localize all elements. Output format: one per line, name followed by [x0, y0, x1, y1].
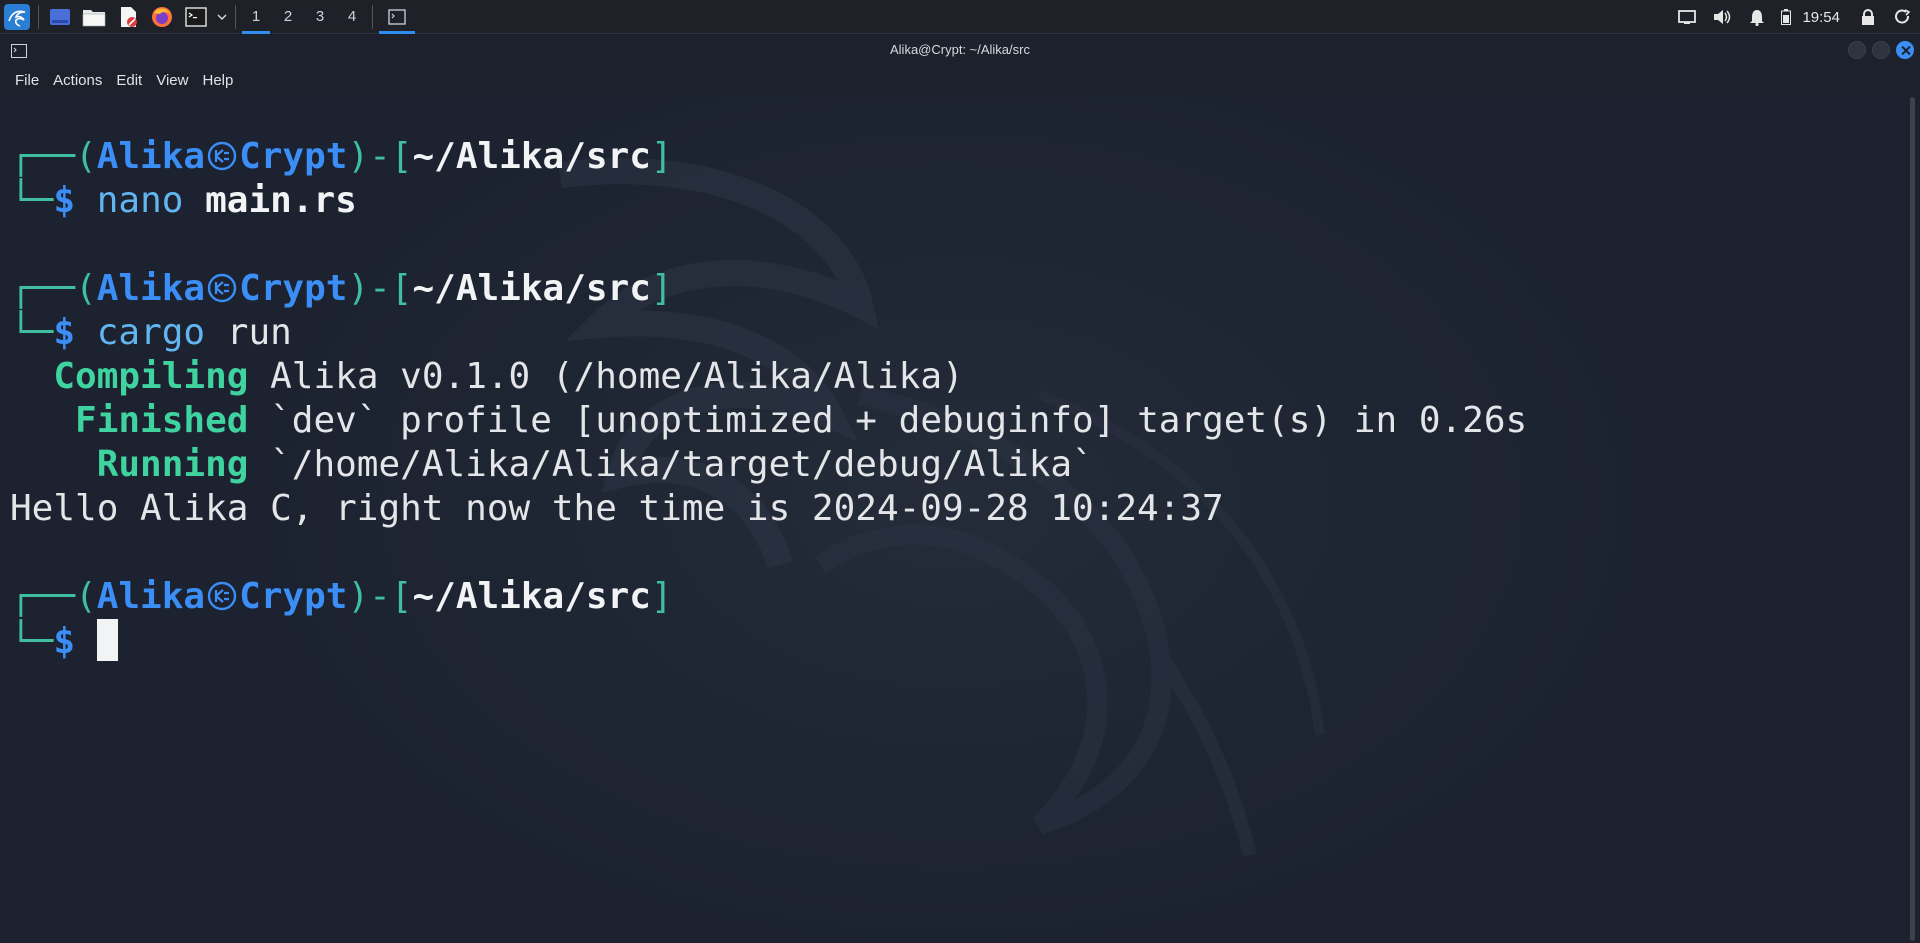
battery-button[interactable] — [1774, 0, 1798, 34]
prompt-user: Alika — [96, 576, 206, 617]
kali-menu-button[interactable] — [0, 0, 34, 34]
terminal-window: Alika@Crypt: ~/Alika/src File Actions Ed… — [0, 35, 1920, 943]
show-desktop-button[interactable] — [45, 2, 75, 32]
chevron-down-icon — [217, 14, 227, 20]
lock-icon — [1861, 8, 1874, 25]
prompt-user: Alika — [96, 136, 206, 177]
show-desktop-icon — [50, 8, 70, 25]
terminal-icon — [185, 6, 207, 27]
prompt-dollar: $ — [53, 312, 76, 353]
lock-screen-button[interactable] — [1850, 0, 1885, 34]
minimize-button[interactable] — [1848, 41, 1866, 59]
folder-icon — [82, 9, 106, 26]
menu-bar: File Actions Edit View Help — [0, 65, 1920, 95]
prompt-dollar: $ — [53, 180, 76, 221]
workspace-4[interactable]: 4 — [336, 0, 368, 34]
skull-icon — [207, 273, 237, 303]
panel-separator — [372, 4, 373, 29]
window-titlebar[interactable]: Alika@Crypt: ~/Alika/src — [0, 35, 1920, 65]
terminal-scrollbar[interactable] — [1905, 95, 1920, 943]
logout-button[interactable] — [1885, 0, 1920, 34]
prompt-host: Crypt — [239, 136, 348, 177]
scrollbar-thumb[interactable] — [1910, 97, 1915, 941]
taskbar-terminal-window[interactable] — [377, 0, 417, 34]
maximize-button[interactable] — [1872, 41, 1890, 59]
prompt-line: ┌──(Alika Crypt)-[~/Alika/src] — [10, 268, 673, 309]
terminal-dropdown-button[interactable] — [215, 2, 229, 32]
kali-dragon-icon — [4, 3, 30, 30]
text-editor-icon — [121, 6, 137, 27]
terminal-output[interactable]: ┌──(Alika Crypt)-[~/Alika/src] └─$ nano m… — [0, 95, 1905, 943]
text-cursor — [96, 619, 118, 661]
prompt-user: Alika — [96, 268, 206, 309]
menu-view[interactable]: View — [149, 72, 195, 89]
prompt-host: Crypt — [239, 576, 348, 617]
command-arg: run — [226, 312, 292, 353]
active-command-line[interactable]: └─$ — [10, 619, 118, 664]
panel-separator — [38, 4, 39, 29]
prompt-path: ~/Alika/src — [412, 268, 651, 309]
text-editor-button[interactable] — [113, 2, 143, 32]
menu-help[interactable]: Help — [195, 72, 240, 89]
output-hello: Hello Alika C, right now the time is 202… — [10, 488, 1224, 529]
prompt-path: ~/Alika/src — [412, 576, 651, 617]
clock[interactable]: 19:54 — [1798, 9, 1850, 26]
prompt-path: ~/Alika/src — [412, 136, 651, 177]
output-compiling: Compiling Alika v0.1.0 (/home/Alika/Alik… — [53, 356, 964, 397]
display-icon — [1678, 10, 1696, 24]
volume-icon — [1713, 10, 1731, 24]
prompt-line: ┌──(Alika Crypt)-[~/Alika/src] — [10, 136, 673, 177]
menu-file[interactable]: File — [8, 72, 46, 89]
workspace-1[interactable]: 1 — [240, 0, 272, 34]
volume-button[interactable] — [1704, 0, 1739, 34]
workspace-2[interactable]: 2 — [272, 0, 304, 34]
prompt-host: Crypt — [239, 268, 348, 309]
file-manager-button[interactable] — [79, 2, 109, 32]
battery-icon — [1781, 9, 1792, 25]
prompt-dollar: $ — [53, 621, 76, 662]
menu-edit[interactable]: Edit — [109, 72, 149, 89]
menu-actions[interactable]: Actions — [46, 72, 109, 89]
command-line: └─$ cargo run — [10, 312, 292, 353]
output-running: Running `/home/Alika/Alika/target/debug/… — [96, 444, 1094, 485]
command-name: nano — [96, 180, 184, 221]
output-finished: Finished `dev` profile [unoptimized + de… — [75, 400, 1528, 441]
bell-icon — [1749, 9, 1764, 26]
system-tray: 19:54 — [1669, 0, 1920, 34]
skull-icon — [207, 581, 237, 611]
terminal-button[interactable] — [181, 2, 211, 32]
skull-icon — [207, 141, 237, 171]
command-line: └─$ nano main.rs — [10, 180, 357, 221]
workspace-3[interactable]: 3 — [304, 0, 336, 34]
prompt-line: ┌──(Alika Crypt)-[~/Alika/src] — [10, 576, 673, 617]
display-button[interactable] — [1669, 0, 1704, 34]
notifications-button[interactable] — [1739, 0, 1774, 34]
command-arg: main.rs — [205, 180, 357, 221]
command-name: cargo — [96, 312, 206, 353]
window-title: Alika@Crypt: ~/Alika/src — [890, 42, 1030, 57]
top-panel: 1 2 3 4 19:54 — [0, 0, 1920, 34]
terminal-icon — [388, 8, 406, 25]
close-button[interactable] — [1896, 41, 1914, 59]
panel-separator — [235, 4, 236, 29]
firefox-icon — [152, 6, 172, 27]
firefox-button[interactable] — [147, 2, 177, 32]
power-icon — [1894, 9, 1910, 24]
